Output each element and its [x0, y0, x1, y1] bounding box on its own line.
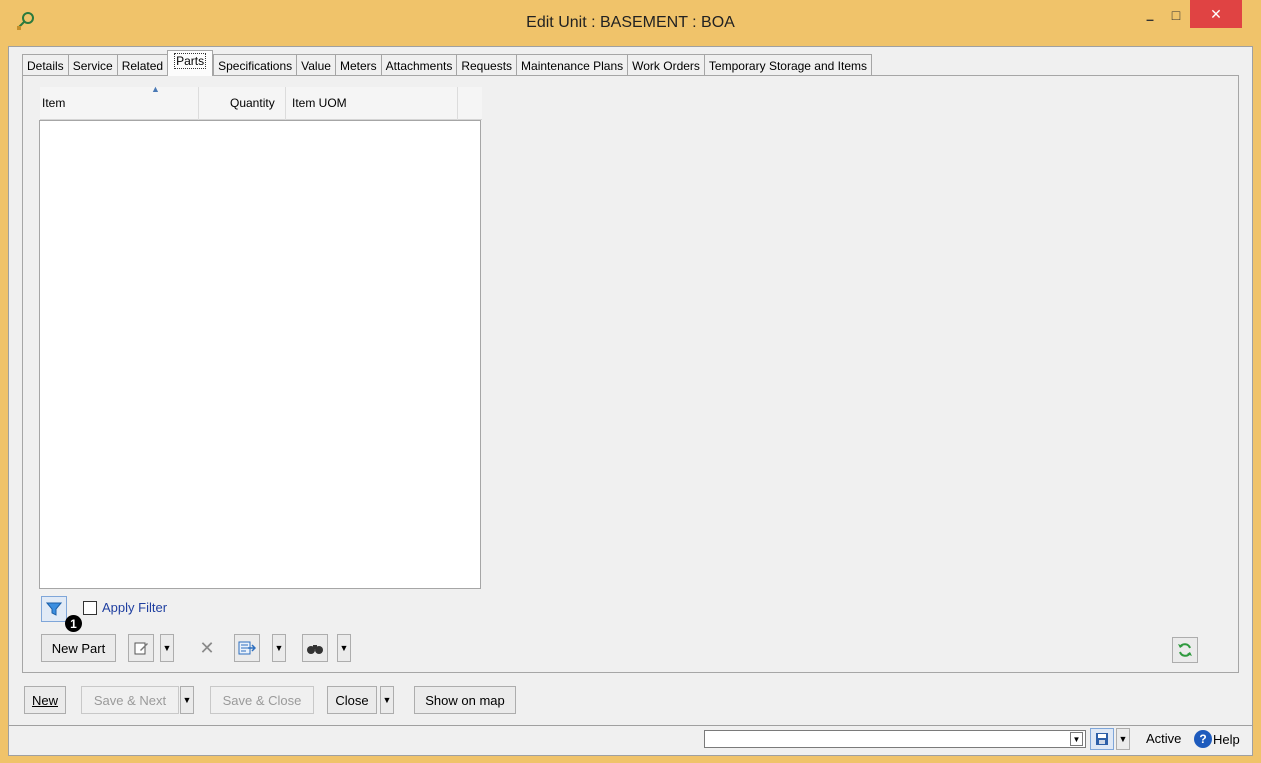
close-button[interactable]: Close	[327, 686, 377, 714]
help-icon: ?	[1194, 730, 1212, 748]
tab-attachments[interactable]: Attachments	[380, 54, 457, 76]
help-label: Help	[1213, 731, 1240, 747]
tab-label: Meters	[339, 58, 377, 73]
tab-temporary-storage[interactable]: Temporary Storage and Items	[703, 54, 872, 76]
export-icon	[238, 641, 256, 655]
tab-meters[interactable]: Meters	[334, 54, 381, 76]
tab-label: Work Orders	[632, 58, 700, 73]
find-button[interactable]	[302, 634, 328, 662]
refresh-icon	[1178, 643, 1192, 657]
tab-label: Specifications	[218, 58, 293, 73]
tab-value[interactable]: Value	[296, 54, 335, 76]
status-save-dropdown[interactable]: ▼	[1116, 728, 1130, 750]
parts-grid-body[interactable]	[39, 120, 481, 589]
tab-related[interactable]: Related	[116, 54, 168, 76]
minimize-button[interactable]: –	[1136, 4, 1164, 34]
close-dropdown[interactable]: ▼	[380, 686, 394, 714]
tab-parts[interactable]: Parts	[167, 50, 214, 76]
binoculars-icon	[307, 645, 323, 654]
tab-service[interactable]: Service	[67, 54, 117, 76]
column-header-item[interactable]: Item	[42, 96, 65, 110]
show-on-map-button[interactable]: Show on map	[414, 686, 516, 714]
column-separator[interactable]	[198, 87, 199, 120]
tab-label: Service	[72, 58, 113, 73]
help-link[interactable]: ? Help	[1194, 730, 1240, 748]
save-next-button[interactable]: Save & Next	[81, 686, 179, 714]
column-header-item-uom[interactable]: Item UOM	[292, 96, 347, 110]
callout-badge: 1	[65, 615, 82, 632]
export-dropdown[interactable]: ▼	[272, 634, 286, 662]
apply-filter-checkbox[interactable]	[83, 601, 97, 615]
tab-details[interactable]: Details	[22, 54, 68, 76]
column-header-quantity[interactable]: Quantity	[230, 96, 275, 110]
apply-filter-label[interactable]: Apply Filter	[102, 600, 167, 615]
save-next-dropdown[interactable]: ▼	[180, 686, 194, 714]
tab-requests[interactable]: Requests	[456, 54, 517, 76]
tab-label: Maintenance Plans	[521, 58, 624, 73]
status-combo-input[interactable]: ▼	[704, 730, 1086, 748]
edit-dropdown[interactable]: ▼	[160, 634, 174, 662]
sort-ascending-icon: ▲	[151, 84, 160, 94]
status-save-button[interactable]	[1090, 728, 1114, 750]
new-button-label: New	[31, 692, 58, 708]
status-combo-dropdown[interactable]: ▼	[1070, 732, 1083, 746]
column-separator[interactable]	[457, 87, 458, 120]
tab-label: Temporary Storage and Items	[708, 58, 867, 73]
column-separator[interactable]	[285, 87, 286, 120]
save-close-button[interactable]: Save & Close	[210, 686, 314, 714]
filter-funnel-icon	[46, 602, 62, 616]
new-part-button[interactable]: New Part	[41, 634, 116, 662]
save-disk-icon	[1096, 733, 1108, 745]
export-button[interactable]	[234, 634, 260, 662]
close-window-button[interactable]: ✕	[1190, 0, 1242, 28]
title-bar: Edit Unit : BASEMENT : BOA – □ ✕	[0, 0, 1261, 44]
new-button[interactable]: New	[24, 686, 66, 714]
tab-maintenance-plans[interactable]: Maintenance Plans	[516, 54, 628, 76]
filter-button[interactable]	[41, 596, 67, 622]
delete-button[interactable]: ✕	[194, 634, 220, 662]
tab-label: Details	[27, 58, 64, 73]
window-title: Edit Unit : BASEMENT : BOA	[526, 14, 735, 31]
tab-label: Related	[121, 58, 164, 73]
edit-icon	[134, 642, 148, 655]
tab-label: Attachments	[385, 58, 453, 73]
maximize-button[interactable]: □	[1162, 0, 1190, 30]
find-dropdown[interactable]: ▼	[337, 634, 351, 662]
tab-label: Requests	[461, 58, 513, 73]
tab-specifications[interactable]: Specifications	[213, 54, 297, 76]
tab-work-orders[interactable]: Work Orders	[627, 54, 704, 76]
record-status: Active	[1146, 731, 1182, 746]
tab-strip: Details Service Related Parts Specificat…	[22, 50, 872, 76]
refresh-button[interactable]	[1172, 637, 1198, 663]
parts-grid-header: Item ▲ Quantity Item UOM	[40, 84, 482, 120]
tab-label: Parts	[174, 52, 207, 69]
tab-label: Value	[301, 58, 331, 73]
edit-button[interactable]	[128, 634, 154, 662]
delete-x-icon: ✕	[199, 637, 215, 658]
